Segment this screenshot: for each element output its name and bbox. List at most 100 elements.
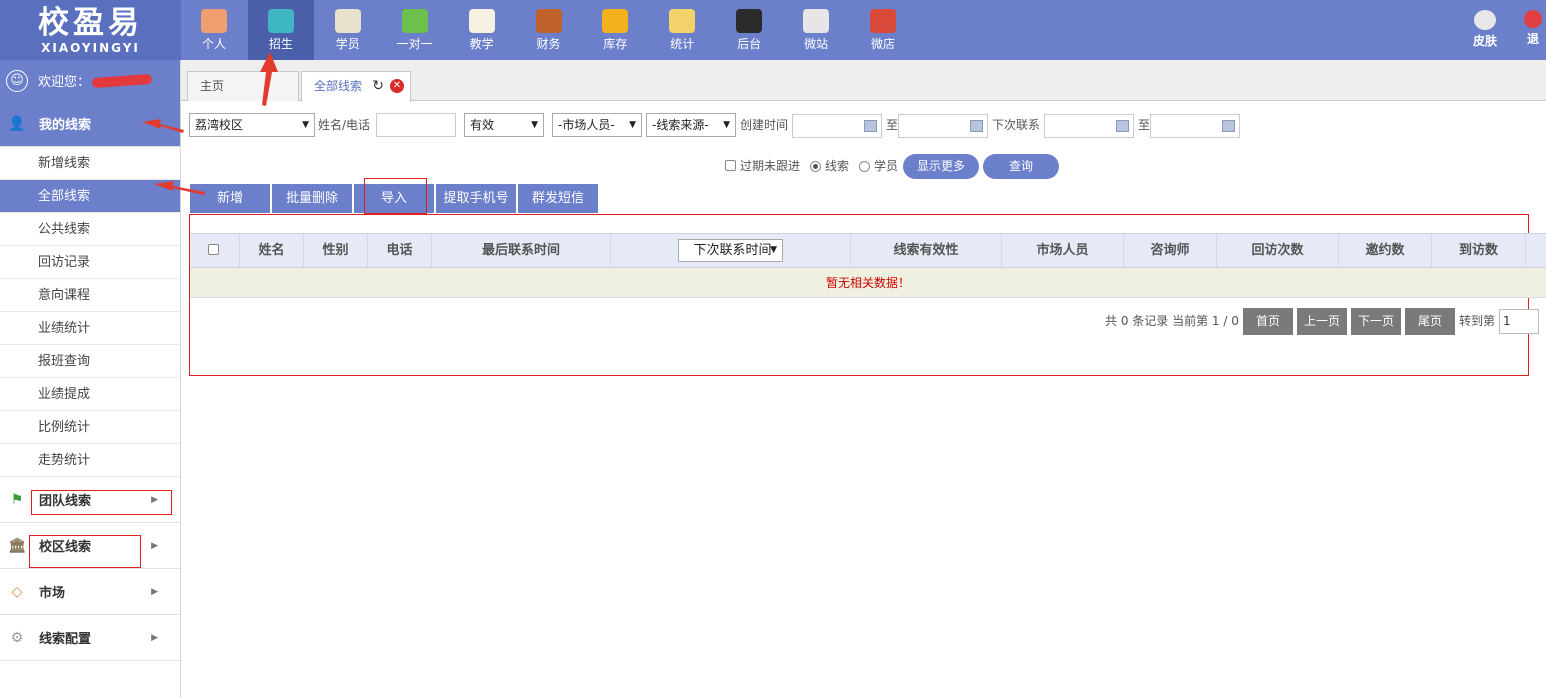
created-to-label: 至 (886, 118, 899, 132)
sidebar-item[interactable]: 报班查询 (0, 345, 180, 378)
nav-logout[interactable]: 退 (1520, 0, 1546, 60)
source-select[interactable]: -线索来源- ▼ (646, 113, 736, 137)
leads-radio[interactable] (810, 161, 821, 172)
leads-radio-label: 线索 (825, 159, 850, 173)
select-all-cell (190, 234, 240, 267)
goto-page-input[interactable]: 1 (1499, 309, 1539, 334)
palette-icon (1474, 10, 1496, 30)
query-button[interactable]: 查询 (983, 154, 1059, 179)
next-from-input[interactable] (1044, 114, 1134, 138)
tab-all-leads[interactable]: 全部线索 ↻ ✕ (301, 71, 411, 102)
created-from-input[interactable] (792, 114, 882, 138)
sidebar-item[interactable]: 意向课程 (0, 279, 180, 312)
nav-skin[interactable]: 皮肤 (1452, 0, 1518, 60)
sidebar-section[interactable]: ◇ 市场 ▶ (0, 569, 180, 615)
sidebar: ☺ 欢迎您： 👤 我的线索 新增线索 全部线索 公共线索 回访记录 意向课程 业绩统计 报班… (0, 60, 181, 698)
sidebar-item[interactable]: 公共线索 (0, 213, 180, 246)
sidebar-section-label: 市场 (39, 586, 66, 601)
col-last-contact[interactable]: 最后联系时间 (432, 234, 611, 267)
nav-item-label: 财务 (536, 37, 561, 51)
sidebar-section-my-leads[interactable]: 👤 我的线索 (0, 101, 180, 147)
chevron-down-icon: ▼ (531, 120, 538, 130)
nav-item[interactable]: 财务 (516, 0, 582, 60)
pen-paper-icon (468, 9, 495, 33)
first-page-button[interactable]: 首页 (1243, 308, 1293, 335)
batch-delete-button[interactable]: 批量删除 (272, 184, 352, 213)
nav-item[interactable]: 个人 (181, 0, 247, 60)
sidebar-item[interactable]: 走势统计 (0, 444, 180, 477)
tab-home[interactable]: 主页 (187, 71, 299, 101)
nav-item[interactable]: 一对一 (382, 0, 448, 60)
calendar-icon[interactable] (970, 120, 983, 132)
col-visit-count[interactable]: 回访次数 (1217, 234, 1339, 267)
logo-text: 校盈易 (38, 5, 143, 41)
col-consultant[interactable]: 咨询师 (1124, 234, 1217, 267)
sidebar-item[interactable]: 业绩统计 (0, 312, 180, 345)
bulk-sms-button[interactable]: 群发短信 (518, 184, 598, 213)
monitor-icon (736, 9, 763, 33)
validity-select[interactable]: 有效 ▼ (464, 113, 544, 137)
person-icon (201, 9, 227, 33)
col-marketer[interactable]: 市场人员 (1002, 234, 1124, 267)
col-validity[interactable]: 线索有效性 (851, 234, 1002, 267)
nav-item[interactable]: 后台 (716, 0, 782, 60)
next-contact-label: 下次联系 (992, 118, 1041, 132)
nav-item[interactable]: 学员 (315, 0, 381, 60)
student-card-icon (334, 9, 361, 33)
nav-item[interactable]: 微店 (850, 0, 916, 60)
col-arrival-count[interactable]: 到访数 (1432, 234, 1526, 267)
chevron-right-icon: ▶ (151, 632, 158, 643)
logo-subtext: XIAOYINGYI (41, 41, 140, 55)
sidebar-item[interactable]: 业绩提成 (0, 378, 180, 411)
chevron-down-icon: ▼ (723, 120, 730, 130)
magnifier-icon (267, 9, 294, 33)
marketer-select[interactable]: -市场人员- ▼ (552, 113, 642, 137)
col-gender[interactable]: 性别 (304, 234, 368, 267)
name-phone-input[interactable] (376, 113, 456, 137)
next-to-input[interactable] (1150, 114, 1240, 138)
created-to-input[interactable] (898, 114, 988, 138)
sidebar-section[interactable]: ⚙ 线索配置 ▶ (0, 615, 180, 661)
show-more-button[interactable]: 显示更多 (903, 154, 979, 179)
nav-item[interactable]: 微站 (783, 0, 849, 60)
bar-chart-icon (669, 9, 696, 33)
nav-item[interactable]: 库存 (582, 0, 648, 60)
sidebar-item[interactable]: 回访记录 (0, 246, 180, 279)
nav-item[interactable]: 统计 (649, 0, 715, 60)
next-page-button[interactable]: 下一页 (1351, 308, 1401, 335)
select-all-checkbox[interactable] (208, 244, 219, 255)
nav-item[interactable]: 招生 (247, 0, 314, 60)
tag-icon: ◇ (11, 583, 23, 600)
close-icon[interactable]: ✕ (390, 79, 404, 93)
extract-phone-button[interactable]: 提取手机号 (436, 184, 516, 213)
col-invite-count[interactable]: 邀约数 (1339, 234, 1432, 267)
col-phone[interactable]: 电话 (368, 234, 432, 267)
nav-item[interactable]: 教学 (449, 0, 515, 60)
calendar-icon[interactable] (1222, 120, 1235, 132)
overdue-checkbox[interactable] (725, 160, 736, 171)
campus-select-value: 荔湾校区 (195, 118, 244, 132)
calendar-icon[interactable] (864, 120, 877, 132)
smile-icon: ☺ (6, 69, 28, 92)
prev-page-button[interactable]: 上一页 (1297, 308, 1347, 335)
welcome-text: 欢迎您： (38, 75, 91, 90)
sidebar-item[interactable]: 新增线索 (0, 147, 180, 180)
sidebar-item[interactable]: 全部线索 (0, 180, 180, 213)
campus-select[interactable]: 荔湾校区 ▼ (189, 113, 315, 137)
nav-logout-label: 退 (1526, 32, 1539, 46)
sidebar-section-label: 线索配置 (39, 632, 92, 647)
last-page-button[interactable]: 尾页 (1405, 308, 1455, 335)
redacted-username (91, 73, 153, 88)
calendar-icon[interactable] (1116, 120, 1129, 132)
nav-item-label: 教学 (469, 37, 494, 51)
nav-item-label: 后台 (737, 37, 762, 51)
students-radio[interactable] (859, 161, 870, 172)
building-icon: 🏛 (8, 537, 26, 554)
add-button[interactable]: 新增 (190, 184, 270, 213)
nav-skin-label: 皮肤 (1472, 34, 1497, 48)
refresh-icon[interactable]: ↻ (372, 72, 384, 100)
next-contact-sort-select[interactable]: 下次联系时间 ▼ (678, 239, 783, 262)
nav-item-label: 库存 (603, 37, 628, 51)
col-name[interactable]: 姓名 (240, 234, 304, 267)
sidebar-item[interactable]: 比例统计 (0, 411, 180, 444)
